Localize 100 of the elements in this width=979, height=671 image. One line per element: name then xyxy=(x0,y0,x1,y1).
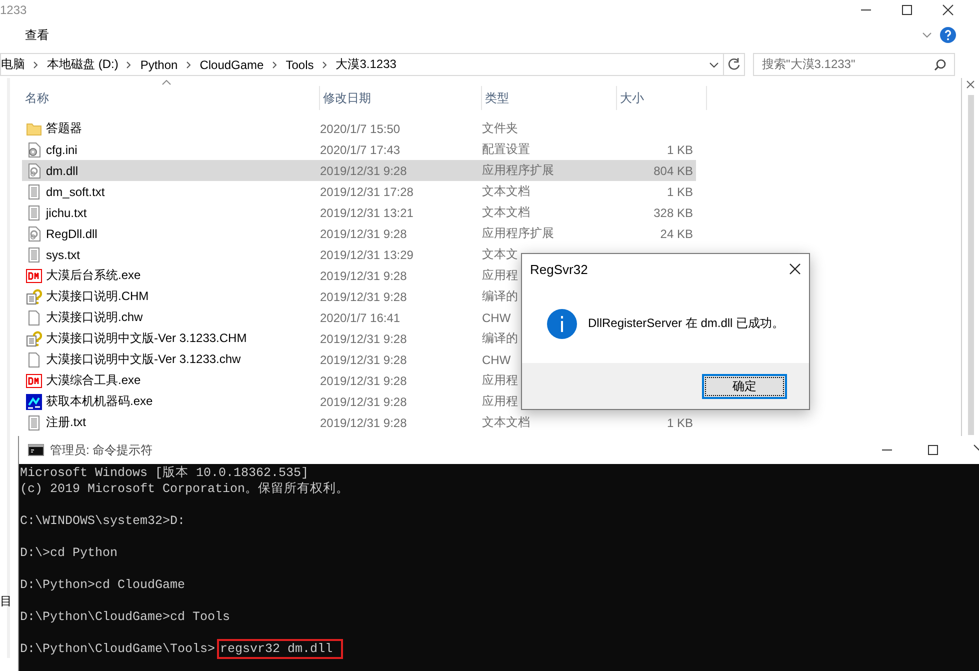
console-icon xyxy=(28,444,44,456)
breadcrumb-item[interactable]: 电脑 xyxy=(1,56,25,73)
close-icon[interactable] xyxy=(789,263,801,275)
file-name[interactable]: 大漠接口说明.chw xyxy=(46,309,143,326)
chevron-right-icon xyxy=(33,60,39,68)
date-cell: 2019/12/31 9:28 xyxy=(320,374,407,388)
search-field[interactable]: 搜索"大漠3.1233" xyxy=(753,53,955,76)
help-icon[interactable] xyxy=(940,27,956,43)
help-file-icon xyxy=(26,288,42,304)
file-name[interactable]: 大漠后台系统.exe xyxy=(46,267,141,284)
blank-file-icon xyxy=(26,352,42,368)
size-cell: 1 KB xyxy=(666,416,693,430)
dropdown-icon[interactable] xyxy=(709,60,719,70)
highlighted-command: regsvr32 dm.dll xyxy=(217,639,343,659)
file-name[interactable]: 大漠综合工具.exe xyxy=(46,372,141,389)
breadcrumb-item[interactable]: CloudGame xyxy=(200,58,264,72)
ribbon-tab[interactable]: 查看 xyxy=(25,24,49,46)
selected-row[interactable]: dm.dll 2019/12/31 9:28 应用程序扩展 804 KB xyxy=(22,160,696,181)
column-header[interactable]: 名称 xyxy=(22,86,320,110)
date-cell: 2019/12/31 9:28 xyxy=(320,332,407,346)
file-name[interactable]: jichu.txt xyxy=(46,206,87,220)
console-prompt: C:\WINDOWS\system32> xyxy=(20,514,170,528)
ok-button[interactable]: 确定 xyxy=(702,374,787,398)
app-icon xyxy=(26,372,42,388)
chevron-right-icon xyxy=(322,60,328,68)
size-cell: 1 KB xyxy=(666,184,693,198)
date-cell: 2019/12/31 9:28 xyxy=(320,416,407,430)
console-command: cd Python xyxy=(50,546,118,560)
column-header[interactable]: 类型 xyxy=(482,86,617,110)
date-cell: 2020/1/7 15:50 xyxy=(320,122,400,136)
console-area[interactable] xyxy=(19,464,979,671)
type-cell: 文本文档 xyxy=(482,204,530,221)
column-header[interactable]: 大小 xyxy=(617,86,707,110)
gear-file-icon xyxy=(26,162,42,178)
text-file-icon xyxy=(26,184,42,200)
size-cell: 804 KB xyxy=(654,164,693,178)
file-name[interactable]: dm_soft.txt xyxy=(46,184,105,198)
size-cell: 328 KB xyxy=(654,206,693,220)
maximize-icon[interactable] xyxy=(927,444,939,456)
breadcrumb-item[interactable]: Python xyxy=(140,58,178,72)
scrollbar[interactable] xyxy=(968,95,974,435)
console-line: Microsoft Windows [版本 10.0.18362.535] xyxy=(20,465,310,481)
window-title: 1233 xyxy=(0,3,27,17)
column-header[interactable]: 修改日期 xyxy=(320,86,482,110)
type-cell: 编译的 xyxy=(482,330,518,347)
type-cell: 编译的 xyxy=(482,288,518,305)
type-cell: 应用程 xyxy=(482,372,518,389)
size-cell: 24 KB xyxy=(660,226,693,240)
text-file-icon xyxy=(26,246,42,262)
search-icon xyxy=(934,58,946,70)
chevron-right-icon xyxy=(186,60,192,68)
date-cell: 2019/12/31 17:28 xyxy=(320,184,414,198)
blank-file-icon xyxy=(26,310,42,326)
file-name[interactable]: 答题器 xyxy=(46,120,82,137)
type-cell: 应用程序扩展 xyxy=(482,162,554,179)
type-cell: CHW xyxy=(482,310,511,324)
type-cell: 配置设置 xyxy=(482,141,530,158)
breadcrumb-item[interactable]: 大漠3.1233 xyxy=(336,56,396,73)
app-icon xyxy=(26,394,42,410)
type-cell: 文本文档 xyxy=(482,414,530,431)
info-icon xyxy=(547,308,577,338)
breadcrumb-item[interactable]: Tools xyxy=(286,58,314,72)
size-cell: 1 KB xyxy=(666,142,693,156)
text-file-icon xyxy=(26,414,42,430)
date-cell: 2019/12/31 9:28 xyxy=(320,352,407,366)
file-name[interactable]: cfg.ini xyxy=(46,142,78,156)
sort-caret-icon xyxy=(162,80,171,85)
file-name[interactable]: 大漠接口说明中文版-Ver 3.1233.chw xyxy=(46,351,241,368)
date-cell: 2019/12/31 9:28 xyxy=(320,394,407,408)
file-name[interactable]: 大漠接口说明.CHM xyxy=(46,288,149,305)
date-cell: 2020/1/7 17:43 xyxy=(320,142,400,156)
type-cell: 应用程 xyxy=(482,393,518,410)
maximize-icon[interactable] xyxy=(901,4,913,16)
type-cell: 文本文档 xyxy=(482,183,530,200)
file-name[interactable]: 大漠接口说明中文版-Ver 3.1233.CHM xyxy=(46,330,247,347)
file-name[interactable]: 注册.txt xyxy=(46,414,86,431)
help-file-icon xyxy=(26,330,42,346)
file-name[interactable]: 获取本机机器码.exe xyxy=(46,393,153,410)
breadcrumb-item[interactable]: 本地磁盘 (D:) xyxy=(47,56,118,73)
date-cell: 2020/1/7 16:41 xyxy=(320,310,400,324)
file-name[interactable]: dm.dll xyxy=(46,164,78,178)
address-bar[interactable]: 电脑 本地磁盘 (D:) Python CloudGame Tools 大漠3.1233 xyxy=(0,53,745,76)
type-cell: 应用程序扩展 xyxy=(482,225,554,242)
search-placeholder: 搜索"大漠3.1233" xyxy=(762,56,856,73)
console-command: cd CloudGame xyxy=(95,578,186,592)
app-icon xyxy=(26,268,42,284)
file-name[interactable]: RegDll.dll xyxy=(46,226,98,240)
close-icon[interactable] xyxy=(942,4,954,16)
console-prompt: D:\Python\CloudGame\Tools> xyxy=(20,642,216,656)
nav-pane-item[interactable]: 目 xyxy=(0,594,12,608)
dialog-message: DllRegisterServer 在 dm.dll 已成功。 xyxy=(588,315,784,332)
chevron-icon[interactable] xyxy=(922,30,932,40)
console-prompt: D:\Python> xyxy=(20,578,96,592)
console-command: cd Tools xyxy=(170,610,230,624)
window-title: 管理员: 命令提示符 xyxy=(50,442,153,458)
console-line: (c) 2019 Microsoft Corporation。保留所有权利。 xyxy=(20,481,350,497)
type-cell: CHW xyxy=(482,352,511,366)
type-cell: 文本文 xyxy=(482,246,518,263)
gear-file-icon xyxy=(26,142,42,158)
file-name[interactable]: sys.txt xyxy=(46,248,80,262)
